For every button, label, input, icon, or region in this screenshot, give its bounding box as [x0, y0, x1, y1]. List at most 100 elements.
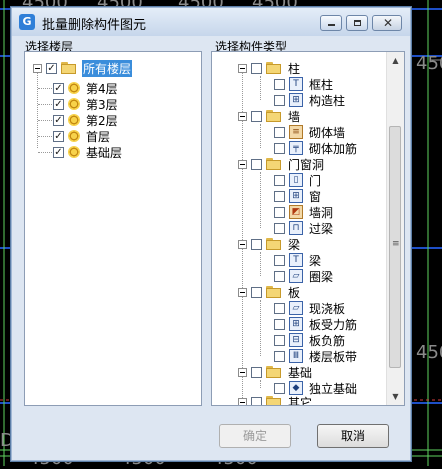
tree-node-item[interactable]: ⊞ 构造柱: [274, 92, 346, 108]
tree-node-group[interactable]: 墙: [238, 108, 301, 124]
tree-node-item[interactable]: T 框柱: [274, 76, 334, 92]
item-checkbox[interactable]: [274, 334, 285, 346]
group-label[interactable]: 其它: [287, 394, 313, 406]
scroll-up-icon[interactable]: ▲: [387, 52, 404, 69]
item-checkbox[interactable]: [274, 318, 285, 330]
item-label[interactable]: 现浇板: [308, 300, 346, 317]
tree-node-item[interactable]: Ⅲ 楼层板带: [274, 348, 358, 364]
tree-node-floor[interactable]: 基础层: [53, 144, 123, 160]
title-bar[interactable]: G 批量删除构件图元 ✕: [12, 8, 410, 36]
tree-node-item[interactable]: ⊞ 板受力筋: [274, 316, 358, 332]
item-checkbox[interactable]: [274, 270, 285, 282]
scroll-thumb[interactable]: ≡: [389, 126, 401, 368]
item-checkbox[interactable]: [274, 94, 285, 106]
tree-node-item[interactable]: ▯ 门: [274, 172, 322, 188]
tree-node-group[interactable]: 板: [238, 284, 301, 300]
item-label[interactable]: 楼层板带: [308, 348, 358, 365]
collapse-toggle[interactable]: [238, 159, 247, 169]
group-label[interactable]: 基础: [287, 364, 313, 381]
group-label[interactable]: 柱: [287, 60, 301, 77]
group-checkbox[interactable]: [251, 286, 262, 298]
floor-label[interactable]: 第2层: [85, 112, 119, 129]
item-label[interactable]: 窗: [308, 188, 322, 205]
tree-node-item[interactable]: ▱ 圈梁: [274, 268, 334, 284]
tree-node-item[interactable]: ≡ 砌体墙: [274, 124, 346, 140]
tree-node-floor[interactable]: 首层: [53, 128, 111, 144]
item-label[interactable]: 墙洞: [308, 204, 334, 221]
collapse-toggle[interactable]: [238, 239, 247, 249]
tree-node-item[interactable]: ⊞ 窗: [274, 188, 322, 204]
group-label[interactable]: 门窗洞: [287, 156, 325, 173]
item-checkbox[interactable]: [274, 222, 285, 234]
item-label[interactable]: 梁: [308, 252, 322, 269]
collapse-toggle[interactable]: [238, 367, 247, 377]
item-label[interactable]: 过梁: [308, 220, 334, 237]
group-checkbox[interactable]: [251, 110, 262, 122]
floor-tree[interactable]: 所有楼层 第4层 第3层 第2层 首层 基础层: [24, 51, 202, 406]
scroll-down-icon[interactable]: ▼: [387, 388, 404, 405]
item-label[interactable]: 门: [308, 172, 322, 189]
group-checkbox[interactable]: [251, 62, 262, 74]
tree-node-group[interactable]: 柱: [238, 60, 301, 76]
item-checkbox[interactable]: [274, 206, 285, 218]
tree-node-item[interactable]: ╤ 砌体加筋: [274, 140, 358, 156]
item-label[interactable]: 独立基础: [308, 380, 358, 397]
tree-node-item[interactable]: ◩ 墙洞: [274, 204, 334, 220]
item-checkbox[interactable]: [274, 142, 285, 154]
item-checkbox[interactable]: [274, 190, 285, 202]
all-floors-checkbox[interactable]: [46, 62, 57, 74]
floor-checkbox[interactable]: [53, 98, 64, 110]
collapse-toggle[interactable]: [238, 63, 247, 73]
vertical-scrollbar[interactable]: ▲ ≡ ▼: [386, 52, 404, 405]
item-label[interactable]: 构造柱: [308, 92, 346, 109]
tree-node-group[interactable]: 门窗洞: [238, 156, 325, 172]
group-checkbox[interactable]: [251, 158, 262, 170]
item-label[interactable]: 板受力筋: [308, 316, 358, 333]
tree-node-all-floors[interactable]: 所有楼层: [33, 59, 133, 77]
floor-checkbox[interactable]: [53, 130, 64, 142]
item-label[interactable]: 圈梁: [308, 268, 334, 285]
floor-label[interactable]: 第3层: [85, 96, 119, 113]
tree-node-item[interactable]: ⊓ 过梁: [274, 220, 334, 236]
collapse-toggle[interactable]: [33, 63, 42, 73]
tree-node-item[interactable]: ⊟ 板负筋: [274, 332, 346, 348]
item-checkbox[interactable]: [274, 350, 285, 362]
tree-node-floor[interactable]: 第2层: [53, 112, 119, 128]
floor-checkbox[interactable]: [53, 82, 64, 94]
item-checkbox[interactable]: [274, 78, 285, 90]
floor-checkbox[interactable]: [53, 146, 64, 158]
group-label[interactable]: 墙: [287, 108, 301, 125]
collapse-toggle[interactable]: [238, 397, 247, 405]
minimize-button[interactable]: [320, 15, 342, 31]
tree-node-group[interactable]: 梁: [238, 236, 301, 252]
cancel-button[interactable]: 取消: [317, 424, 389, 448]
tree-node-group[interactable]: 基础: [238, 364, 313, 380]
group-checkbox[interactable]: [251, 366, 262, 378]
item-label[interactable]: 砌体加筋: [308, 140, 358, 157]
item-checkbox[interactable]: [274, 302, 285, 314]
tree-node-item[interactable]: ▱ 现浇板: [274, 300, 346, 316]
tree-node-group[interactable]: 其它: [238, 394, 313, 406]
close-button[interactable]: ✕: [372, 15, 402, 31]
item-checkbox[interactable]: [274, 254, 285, 266]
group-label[interactable]: 板: [287, 284, 301, 301]
floor-checkbox[interactable]: [53, 114, 64, 126]
item-label[interactable]: 砌体墙: [308, 124, 346, 141]
item-label[interactable]: 框柱: [308, 76, 334, 93]
group-label[interactable]: 梁: [287, 236, 301, 253]
component-type-tree[interactable]: 柱 T 框柱 ⊞ 构造柱 墙 ≡ 砌体墙 ╤ 砌体加筋 门窗洞 ▯ 门 ⊞ 窗 …: [211, 51, 405, 406]
tree-node-floor[interactable]: 第3层: [53, 96, 119, 112]
item-checkbox[interactable]: [274, 126, 285, 138]
group-checkbox[interactable]: [251, 238, 262, 250]
tree-node-item[interactable]: T 梁: [274, 252, 322, 268]
floor-label[interactable]: 第4层: [85, 80, 119, 97]
floor-label[interactable]: 基础层: [85, 144, 123, 161]
group-checkbox[interactable]: [251, 396, 262, 405]
item-label[interactable]: 板负筋: [308, 332, 346, 349]
collapse-toggle[interactable]: [238, 111, 247, 121]
item-checkbox[interactable]: [274, 382, 285, 394]
item-checkbox[interactable]: [274, 174, 285, 186]
floor-label[interactable]: 首层: [85, 128, 111, 145]
tree-node-floor[interactable]: 第4层: [53, 80, 119, 96]
collapse-toggle[interactable]: [238, 287, 247, 297]
